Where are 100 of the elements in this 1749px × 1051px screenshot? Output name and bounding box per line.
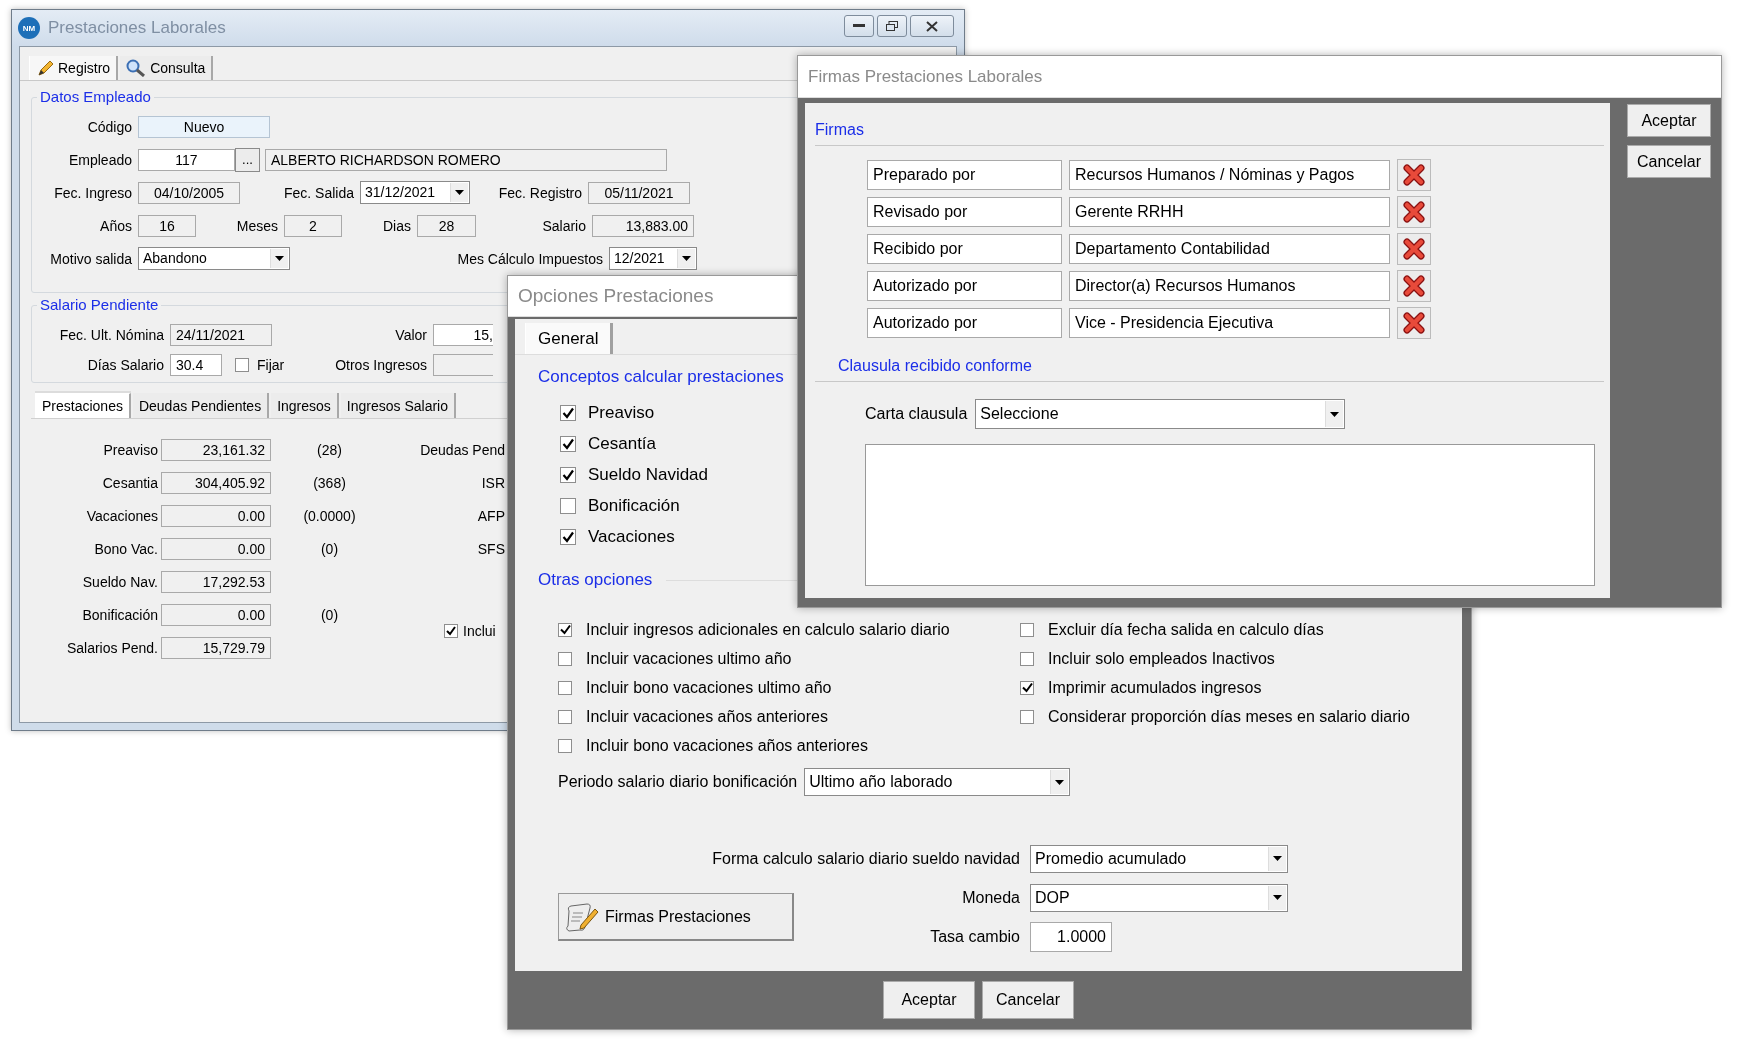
checkbox[interactable] [560, 435, 576, 452]
rate-field[interactable]: 1.0000 [1030, 921, 1112, 952]
salary-field: 13,883.00 [592, 214, 694, 237]
date-field: 04/10/2005 [138, 181, 240, 204]
signer-field[interactable]: Vice - Presidencia Ejecutiva [1069, 307, 1390, 338]
tab[interactable]: Ingresos [271, 393, 339, 418]
delete-button[interactable] [1397, 158, 1431, 191]
group-title: Salario Pendiente [37, 296, 162, 313]
checkbox[interactable] [558, 622, 572, 637]
checkbox-label: Vacaciones [588, 526, 675, 547]
role-field[interactable]: Autorizado por [867, 270, 1062, 301]
tab[interactable]: Registro [29, 56, 119, 80]
amount-field: 0.00 [161, 504, 271, 527]
checkbox[interactable] [558, 709, 572, 724]
field-label: Salario [541, 217, 587, 234]
checkbox-label: Bonificación [588, 495, 680, 516]
checkbox[interactable] [558, 738, 572, 753]
days-field[interactable]: 30.4 [170, 354, 222, 376]
signatures-button[interactable]: Firmas Prestaciones [558, 893, 794, 941]
maximize-button[interactable] [877, 15, 907, 37]
checkbox-label: Preaviso [588, 402, 655, 423]
checkbox[interactable] [444, 624, 458, 638]
checkbox[interactable] [1020, 651, 1034, 666]
employee-name-field: ALBERTO RICHARDSON ROMERO [265, 148, 667, 171]
delete-icon [1403, 200, 1425, 223]
checkbox[interactable] [1020, 680, 1034, 695]
delete-button[interactable] [1397, 269, 1431, 302]
employee-id-field[interactable]: 117 [138, 148, 235, 171]
lookup-button[interactable]: ... [235, 147, 260, 172]
count-note: (368) [312, 474, 347, 491]
minimize-button[interactable] [844, 15, 874, 37]
amount-field[interactable]: 15, [433, 324, 493, 346]
date-field: 24/11/2021 [170, 324, 272, 346]
delete-icon [1403, 274, 1425, 297]
amount-field: 0.00 [161, 603, 271, 626]
minimize-icon [853, 24, 865, 28]
role-field[interactable]: Recibido por [867, 233, 1062, 264]
number-field: 28 [417, 214, 476, 237]
signer-field[interactable]: Recursos Humanos / Nóminas y Pagos [1069, 159, 1390, 190]
caret-icon [275, 256, 284, 261]
tab[interactable]: Prestaciones [35, 393, 131, 418]
method-dropdown[interactable]: Promedio acumulado [1030, 844, 1288, 873]
caret-icon [455, 190, 464, 195]
checkbox[interactable] [560, 404, 576, 421]
period-dropdown[interactable]: Ultimo año laborado [804, 768, 1071, 796]
cancel-button[interactable]: Cancelar [982, 981, 1074, 1019]
field-label: Carta clausula [865, 405, 968, 423]
close-button[interactable] [910, 15, 954, 37]
pencil-icon [36, 58, 54, 77]
delete-button[interactable] [1397, 232, 1431, 265]
tab[interactable]: Deudas Pendientes [132, 393, 270, 418]
date-dropdown[interactable]: 31/12/2021 [360, 181, 470, 204]
checkbox-label: Incluir vacaciones ultimo año [586, 649, 792, 668]
clause-dropdown[interactable]: Seleccione [975, 399, 1346, 429]
role-field[interactable]: Revisado por [867, 196, 1062, 227]
delete-button[interactable] [1397, 306, 1431, 339]
currency-dropdown[interactable]: DOP [1030, 883, 1288, 912]
checkbox[interactable] [560, 497, 576, 514]
field-label: Meses [235, 217, 279, 234]
caret-icon [1330, 411, 1340, 417]
cancel-button[interactable]: Cancelar [1627, 145, 1711, 178]
tab[interactable]: Ingresos Salario [340, 393, 456, 418]
checkbox-label: Fijar [257, 357, 285, 373]
field-label: Otros Ingresos [334, 357, 428, 373]
delete-icon [1403, 237, 1425, 260]
signer-field[interactable]: Director(a) Recursos Humanos [1069, 270, 1390, 301]
tab[interactable]: General [525, 323, 614, 354]
field-label: Bonificación [81, 606, 159, 623]
delete-button[interactable] [1397, 195, 1431, 228]
tab[interactable]: Consulta [120, 56, 214, 80]
delete-icon [1403, 163, 1425, 186]
checkbox[interactable] [560, 466, 576, 483]
field-label: Tasa cambio [930, 927, 1021, 946]
checkbox[interactable] [1020, 709, 1034, 724]
amount-field [433, 354, 493, 376]
caret-icon [682, 256, 691, 261]
checkbox-label: Incluir bono vacaciones años anteriores [586, 736, 868, 755]
role-field[interactable]: Preparado por [867, 159, 1062, 190]
signer-field[interactable]: Departamento Contabilidad [1069, 233, 1390, 264]
field-label: Fec. Salida [282, 184, 355, 201]
checkbox-label: Incluir vacaciones años anteriores [586, 707, 828, 726]
checkbox[interactable] [558, 680, 572, 695]
app-logo: NM [18, 17, 40, 39]
accept-button[interactable]: Aceptar [883, 981, 975, 1019]
checkbox[interactable] [1020, 622, 1034, 637]
field-label: Años [99, 217, 133, 234]
restore-icon [886, 21, 898, 31]
role-field[interactable]: Autorizado por [867, 307, 1062, 338]
reason-dropdown[interactable]: Abandono [138, 247, 290, 270]
field-label: Cesantia [101, 474, 159, 491]
checkbox[interactable] [235, 358, 249, 372]
accept-button[interactable]: Aceptar [1627, 104, 1711, 137]
month-dropdown[interactable]: 12/2021 [609, 247, 697, 270]
section-title: Clausula recibido conforme [838, 357, 1032, 375]
signer-field[interactable]: Gerente RRHH [1069, 196, 1390, 227]
checkbox-label: Cesantía [588, 433, 657, 454]
number-field: 16 [138, 214, 196, 237]
field-label: Dias [382, 217, 412, 234]
checkbox[interactable] [560, 528, 576, 545]
checkbox[interactable] [558, 651, 572, 666]
